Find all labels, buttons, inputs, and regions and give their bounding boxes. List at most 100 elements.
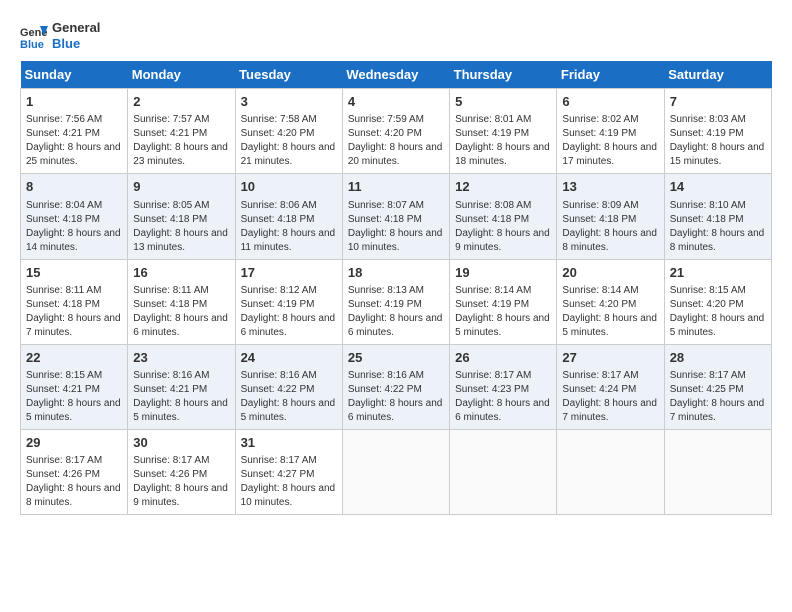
sunrise-text: Sunrise: 8:01 AM [455, 114, 531, 125]
sunset-text: Sunset: 4:19 PM [562, 128, 636, 139]
daylight-text: Daylight: 8 hours and 5 minutes. [455, 313, 550, 338]
sunset-text: Sunset: 4:22 PM [348, 384, 422, 395]
day-number: 20 [562, 264, 658, 282]
col-header-saturday: Saturday [664, 61, 771, 89]
calendar-cell: 30Sunrise: 8:17 AMSunset: 4:26 PMDayligh… [128, 429, 235, 514]
calendar-cell: 19Sunrise: 8:14 AMSunset: 4:19 PMDayligh… [450, 259, 557, 344]
daylight-text: Daylight: 8 hours and 5 minutes. [133, 398, 228, 423]
calendar-cell: 16Sunrise: 8:11 AMSunset: 4:18 PMDayligh… [128, 259, 235, 344]
logo-line1: General [52, 20, 100, 36]
calendar-cell: 14Sunrise: 8:10 AMSunset: 4:18 PMDayligh… [664, 174, 771, 259]
sunrise-text: Sunrise: 8:17 AM [670, 370, 746, 381]
calendar-cell: 10Sunrise: 8:06 AMSunset: 4:18 PMDayligh… [235, 174, 342, 259]
sunset-text: Sunset: 4:22 PM [241, 384, 315, 395]
sunrise-text: Sunrise: 8:17 AM [562, 370, 638, 381]
day-number: 16 [133, 264, 229, 282]
calendar-cell: 22Sunrise: 8:15 AMSunset: 4:21 PMDayligh… [21, 344, 128, 429]
day-number: 7 [670, 93, 766, 111]
sunset-text: Sunset: 4:25 PM [670, 384, 744, 395]
calendar-cell: 4Sunrise: 7:59 AMSunset: 4:20 PMDaylight… [342, 89, 449, 174]
calendar-cell: 17Sunrise: 8:12 AMSunset: 4:19 PMDayligh… [235, 259, 342, 344]
day-number: 27 [562, 349, 658, 367]
sunset-text: Sunset: 4:18 PM [348, 214, 422, 225]
sunrise-text: Sunrise: 8:07 AM [348, 200, 424, 211]
day-number: 2 [133, 93, 229, 111]
calendar-cell: 8Sunrise: 8:04 AMSunset: 4:18 PMDaylight… [21, 174, 128, 259]
sunset-text: Sunset: 4:20 PM [348, 128, 422, 139]
daylight-text: Daylight: 8 hours and 9 minutes. [455, 228, 550, 253]
daylight-text: Daylight: 8 hours and 13 minutes. [133, 228, 228, 253]
calendar-cell [664, 429, 771, 514]
calendar-cell: 18Sunrise: 8:13 AMSunset: 4:19 PMDayligh… [342, 259, 449, 344]
col-header-monday: Monday [128, 61, 235, 89]
calendar-week-1: 1Sunrise: 7:56 AMSunset: 4:21 PMDaylight… [21, 89, 772, 174]
daylight-text: Daylight: 8 hours and 8 minutes. [26, 483, 121, 508]
day-number: 26 [455, 349, 551, 367]
sunset-text: Sunset: 4:26 PM [26, 469, 100, 480]
svg-text:Blue: Blue [20, 39, 44, 50]
calendar-table: SundayMondayTuesdayWednesdayThursdayFrid… [20, 61, 772, 515]
daylight-text: Daylight: 8 hours and 21 minutes. [241, 142, 336, 167]
sunset-text: Sunset: 4:21 PM [133, 384, 207, 395]
day-number: 10 [241, 178, 337, 196]
day-number: 8 [26, 178, 122, 196]
sunset-text: Sunset: 4:18 PM [26, 214, 100, 225]
calendar-week-5: 29Sunrise: 8:17 AMSunset: 4:26 PMDayligh… [21, 429, 772, 514]
day-number: 12 [455, 178, 551, 196]
sunrise-text: Sunrise: 7:57 AM [133, 114, 209, 125]
logo-icon: General Blue [20, 22, 48, 50]
day-number: 31 [241, 434, 337, 452]
sunset-text: Sunset: 4:18 PM [133, 299, 207, 310]
sunset-text: Sunset: 4:24 PM [562, 384, 636, 395]
sunrise-text: Sunrise: 8:15 AM [670, 285, 746, 296]
day-number: 24 [241, 349, 337, 367]
calendar-cell: 24Sunrise: 8:16 AMSunset: 4:22 PMDayligh… [235, 344, 342, 429]
calendar-cell: 1Sunrise: 7:56 AMSunset: 4:21 PMDaylight… [21, 89, 128, 174]
daylight-text: Daylight: 8 hours and 18 minutes. [455, 142, 550, 167]
day-number: 25 [348, 349, 444, 367]
col-header-friday: Friday [557, 61, 664, 89]
daylight-text: Daylight: 8 hours and 23 minutes. [133, 142, 228, 167]
sunset-text: Sunset: 4:18 PM [670, 214, 744, 225]
sunset-text: Sunset: 4:20 PM [670, 299, 744, 310]
daylight-text: Daylight: 8 hours and 6 minutes. [133, 313, 228, 338]
sunrise-text: Sunrise: 8:17 AM [133, 455, 209, 466]
sunrise-text: Sunrise: 8:11 AM [26, 285, 101, 296]
sunset-text: Sunset: 4:20 PM [241, 128, 315, 139]
daylight-text: Daylight: 8 hours and 7 minutes. [670, 398, 765, 423]
day-number: 15 [26, 264, 122, 282]
sunrise-text: Sunrise: 8:06 AM [241, 200, 317, 211]
day-number: 30 [133, 434, 229, 452]
sunrise-text: Sunrise: 8:03 AM [670, 114, 746, 125]
day-number: 4 [348, 93, 444, 111]
calendar-cell: 27Sunrise: 8:17 AMSunset: 4:24 PMDayligh… [557, 344, 664, 429]
sunrise-text: Sunrise: 8:16 AM [241, 370, 317, 381]
daylight-text: Daylight: 8 hours and 10 minutes. [241, 483, 336, 508]
daylight-text: Daylight: 8 hours and 6 minutes. [241, 313, 336, 338]
col-header-wednesday: Wednesday [342, 61, 449, 89]
sunrise-text: Sunrise: 8:17 AM [26, 455, 102, 466]
daylight-text: Daylight: 8 hours and 20 minutes. [348, 142, 443, 167]
sunrise-text: Sunrise: 8:16 AM [133, 370, 209, 381]
calendar-cell: 25Sunrise: 8:16 AMSunset: 4:22 PMDayligh… [342, 344, 449, 429]
sunset-text: Sunset: 4:19 PM [455, 128, 529, 139]
day-number: 23 [133, 349, 229, 367]
daylight-text: Daylight: 8 hours and 15 minutes. [670, 142, 765, 167]
sunrise-text: Sunrise: 8:13 AM [348, 285, 424, 296]
calendar-cell [557, 429, 664, 514]
calendar-cell: 11Sunrise: 8:07 AMSunset: 4:18 PMDayligh… [342, 174, 449, 259]
daylight-text: Daylight: 8 hours and 8 minutes. [562, 228, 657, 253]
day-number: 28 [670, 349, 766, 367]
daylight-text: Daylight: 8 hours and 5 minutes. [670, 313, 765, 338]
calendar-cell: 20Sunrise: 8:14 AMSunset: 4:20 PMDayligh… [557, 259, 664, 344]
page-header: General Blue General Blue [20, 20, 772, 51]
sunset-text: Sunset: 4:19 PM [455, 299, 529, 310]
sunrise-text: Sunrise: 7:58 AM [241, 114, 317, 125]
sunrise-text: Sunrise: 8:14 AM [562, 285, 638, 296]
sunrise-text: Sunrise: 8:05 AM [133, 200, 209, 211]
calendar-week-4: 22Sunrise: 8:15 AMSunset: 4:21 PMDayligh… [21, 344, 772, 429]
sunset-text: Sunset: 4:21 PM [26, 128, 100, 139]
sunset-text: Sunset: 4:18 PM [562, 214, 636, 225]
calendar-cell: 15Sunrise: 8:11 AMSunset: 4:18 PMDayligh… [21, 259, 128, 344]
calendar-cell: 9Sunrise: 8:05 AMSunset: 4:18 PMDaylight… [128, 174, 235, 259]
